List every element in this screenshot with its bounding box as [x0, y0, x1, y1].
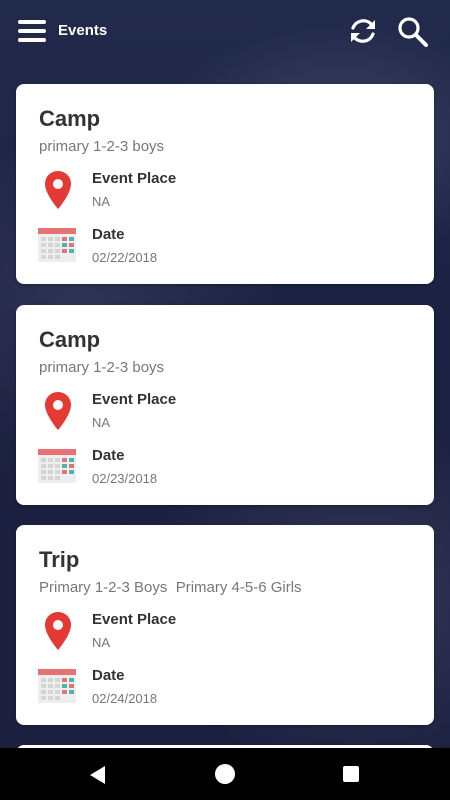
refresh-icon[interactable] — [348, 16, 378, 46]
event-group: primary 1-2-3 boys — [39, 359, 165, 376]
home-circle-icon[interactable] — [215, 764, 235, 784]
event-place-value: NA — [92, 635, 111, 650]
event-title: Camp — [39, 106, 101, 131]
event-date-label: Date — [92, 667, 125, 684]
event-date-value: 02/24/2018 — [92, 691, 158, 706]
calendar-icon — [38, 228, 76, 262]
event-date-value: 02/22/2018 — [92, 250, 158, 265]
calendar-icon — [38, 669, 76, 703]
event-date-label: Date — [92, 447, 125, 464]
recent-square-icon[interactable] — [343, 766, 359, 782]
event-card[interactable]: Trip Primary 1-2-3 Boys Primary 4-5-6 Gi… — [16, 525, 434, 725]
app-bar: Events — [0, 0, 450, 64]
event-group: Primary 1-2-3 Boys Primary 4-5-6 Girls — [39, 579, 302, 596]
menu-icon[interactable] — [18, 20, 46, 42]
location-pin-icon — [45, 171, 71, 209]
event-place-value: NA — [92, 415, 111, 430]
event-date-value: 02/23/2018 — [92, 471, 158, 486]
event-date-label: Date — [92, 226, 125, 243]
event-title: Trip — [39, 547, 80, 572]
search-icon[interactable] — [397, 16, 429, 48]
event-card[interactable]: Camp primary 1-2-3 boys Event Place NA D… — [16, 305, 434, 505]
calendar-icon — [38, 449, 76, 483]
event-place-label: Event Place — [92, 391, 177, 408]
page-title: Events — [58, 22, 108, 39]
event-place-label: Event Place — [92, 611, 177, 628]
event-card[interactable]: Camp primary 1-2-3 boys Event Place NA D… — [16, 84, 434, 284]
event-place-label: Event Place — [92, 170, 177, 187]
location-pin-icon — [45, 392, 71, 430]
location-pin-icon — [45, 612, 71, 650]
event-title: Camp — [39, 327, 101, 352]
event-group: primary 1-2-3 boys — [39, 138, 165, 155]
back-triangle-icon[interactable] — [89, 765, 107, 785]
event-place-value: NA — [92, 194, 111, 209]
